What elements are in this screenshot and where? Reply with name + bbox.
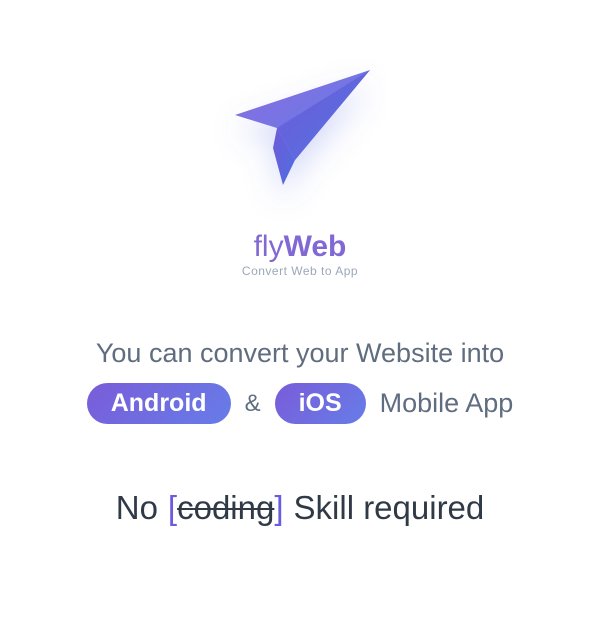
subhead-suffix: Skill required bbox=[294, 489, 485, 527]
android-pill: Android bbox=[87, 383, 231, 424]
product-name-bold: Web bbox=[284, 230, 347, 263]
ampersand: & bbox=[245, 390, 261, 418]
headline: You can convert your Website into Androi… bbox=[0, 338, 600, 424]
headline-line2: Android & iOS Mobile App bbox=[0, 383, 600, 424]
product-name-light: fly bbox=[254, 230, 284, 263]
logo-container: flyWeb Convert Web to App bbox=[215, 60, 385, 278]
product-tagline: Convert Web to App bbox=[242, 264, 358, 278]
strike-word: coding bbox=[177, 489, 274, 526]
bracket-open: [ bbox=[168, 489, 177, 526]
headline-suffix: Mobile App bbox=[380, 388, 514, 419]
bracket-close: ] bbox=[274, 489, 283, 526]
paper-plane-icon bbox=[215, 60, 385, 220]
product-name: flyWeb bbox=[254, 232, 347, 262]
subhead: No [coding] Skill required bbox=[116, 489, 485, 527]
headline-line1: You can convert your Website into bbox=[0, 338, 600, 369]
ios-pill: iOS bbox=[275, 383, 366, 424]
subhead-prefix: No bbox=[116, 489, 158, 527]
